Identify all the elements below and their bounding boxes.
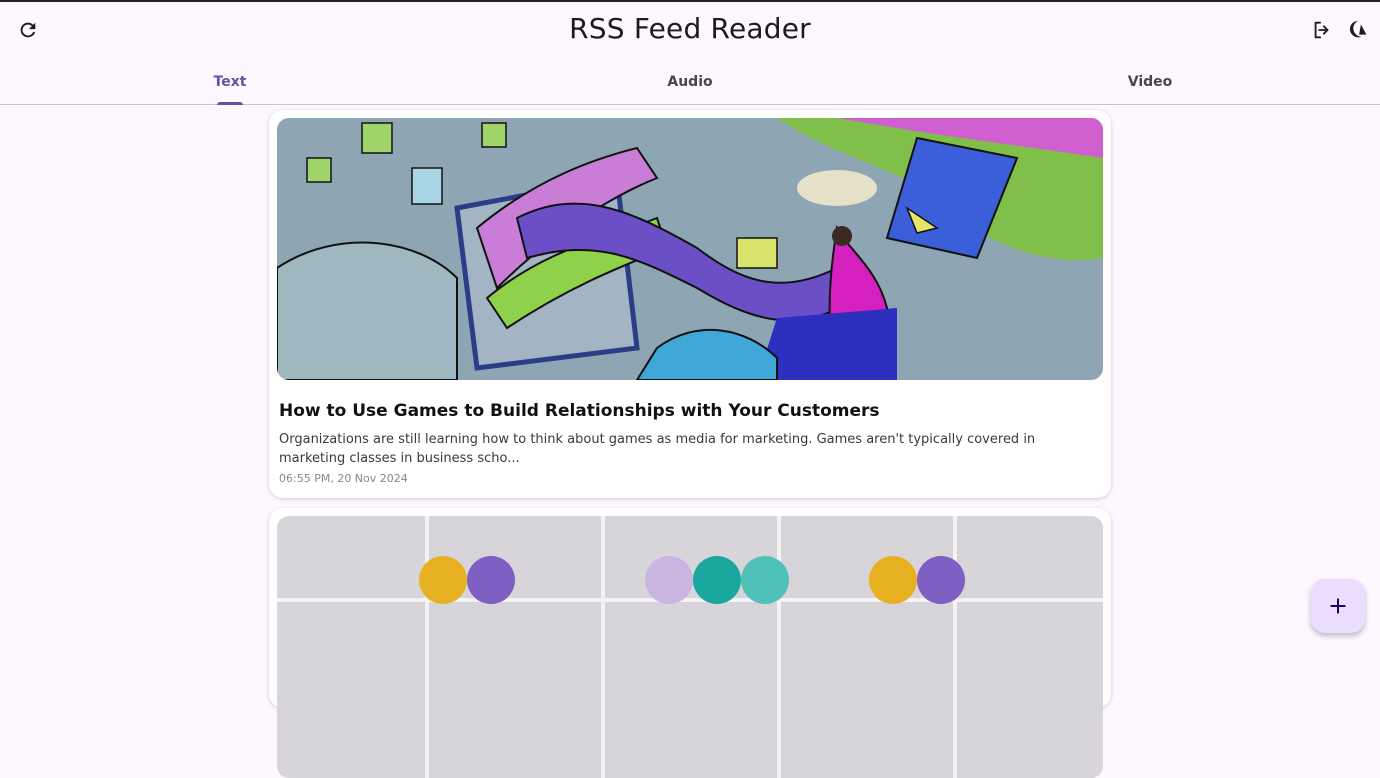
article-thumbnail [277, 118, 1103, 380]
theme-toggle-button[interactable] [1340, 10, 1380, 50]
feed-card[interactable]: How to Use Games to Build Relationships … [269, 110, 1111, 498]
article-title: How to Use Games to Build Relationships … [279, 401, 880, 421]
tab-video[interactable]: Video [920, 60, 1380, 104]
tab-label: Video [1127, 74, 1173, 90]
article-description: Organizations are still learning how to … [279, 432, 1036, 466]
feed-card[interactable] [269, 508, 1111, 778]
tab-indicator [217, 102, 243, 105]
tab-bar: Text Audio Video [0, 60, 1380, 105]
logout-button[interactable] [1302, 10, 1342, 50]
tab-audio[interactable]: Audio [460, 60, 920, 104]
page-title: RSS Feed Reader [569, 12, 811, 45]
article-thumbnail [277, 516, 1103, 778]
tab-text[interactable]: Text [0, 60, 460, 105]
tab-label: Audio [667, 74, 713, 90]
feed-list: How to Use Games to Build Relationships … [269, 110, 1111, 778]
dark-mode-icon [1349, 20, 1367, 38]
article-date: 06:55 PM, 20 Nov 2024 [279, 472, 408, 485]
plus-icon [1330, 598, 1346, 614]
tab-label: Text [213, 74, 247, 90]
logout-icon [1314, 21, 1329, 39]
app-bar: RSS Feed Reader [0, 2, 1380, 60]
add-feed-button[interactable] [1311, 579, 1365, 633]
